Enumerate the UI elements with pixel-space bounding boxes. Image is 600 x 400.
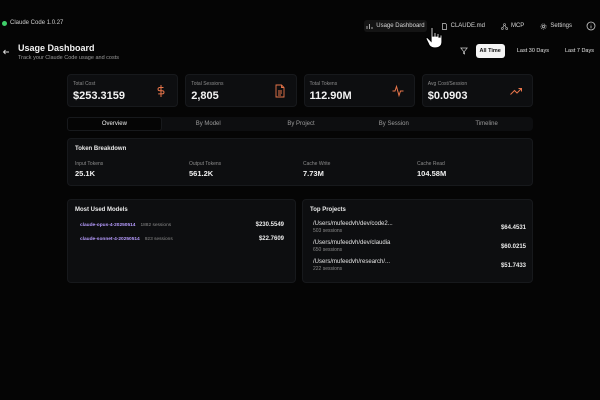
project-cost: $51.7433 [500,263,526,269]
token-breakdown-card: Token Breakdown Input Tokens 25.1K Outpu… [67,138,533,186]
model-name: claude-sonnet-4-20250514 [80,236,140,242]
app-title: Claude Code 1.0.27 [2,20,63,26]
list-item: /Users/mufeedvh/dev/claudia 650 sessions… [313,240,526,256]
date-filters: All Time Last 30 Days Last 7 Days [459,44,598,58]
project-cost: $60.0215 [500,244,526,250]
stats-row: Total Cost $253.3159 Total Sessions 2,80… [67,74,533,107]
gear-icon [540,23,547,30]
view-tabs: Overview By Model By Project By Session … [67,117,533,131]
nav-usage-dashboard[interactable]: Usage Dashboard [364,20,427,32]
tab-by-model[interactable]: By Model [162,117,255,131]
project-name: /Users/mufeedvh/dev/claudia [313,240,391,246]
page-title: Usage Dashboard [18,43,95,53]
token-label: Input Tokens [75,161,104,167]
card-title: Top Projects [310,207,346,213]
stat-label: Avg Cost/Session [427,81,468,87]
token-value: 25.1K [75,169,96,178]
stat-value: 112.90M [309,90,352,102]
card-title: Most Used Models [75,207,128,213]
project-name: /Users/mufeedvh/research/... [313,259,391,265]
filter-all-time[interactable]: All Time [475,44,505,58]
app-title-label: Claude Code 1.0.27 [10,20,64,26]
document-icon [275,84,284,98]
list-item: /Users/mufeedvh/research/... 222 session… [313,259,526,275]
tab-overview[interactable]: Overview [67,117,162,131]
page-subtitle: Track your Claude Code usage and costs [18,55,119,61]
token-item-cache-read: Cache Read 104.58M [417,161,446,178]
token-item-cache-write: Cache Write 7.73M [303,161,330,178]
nav-claude-md-label: CLAUDE.md [450,23,485,29]
list-item: claude-sonnet-4-20250514 923 sessions $2… [80,234,290,244]
most-used-models-card: Most Used Models claude-opus-4-20250514 … [67,199,296,283]
info-icon[interactable] [586,21,596,31]
stat-card-total-sessions: Total Sessions 2,805 [185,74,297,107]
model-cost: $22.7609 [258,236,284,242]
list-item: claude-opus-4-20250514 1882 sessions $23… [80,220,290,230]
bar-chart-icon [366,23,373,30]
tab-by-session[interactable]: By Session [347,117,440,131]
dollar-icon [157,85,165,97]
token-item-input: Input Tokens 25.1K [75,161,103,178]
project-sessions: 222 sessions [313,266,343,272]
tab-timeline[interactable]: Timeline [440,117,533,131]
nav-usage-dashboard-label: Usage Dashboard [376,23,425,29]
network-icon [500,22,508,30]
token-label: Cache Read [417,161,445,167]
model-sessions: 1882 sessions [140,222,172,228]
top-projects-card: Top Projects /Users/mufeedvh/dev/code2..… [302,199,533,283]
nav-mcp-label: MCP [510,23,525,29]
model-name: claude-opus-4-20250514 [80,222,136,228]
token-value: 7.73M [303,169,324,178]
list-item: /Users/mufeedvh/dev/code2... 503 session… [313,221,526,237]
token-item-output: Output Tokens 561.2K [189,161,221,178]
nav-settings-label: Settings [550,23,572,29]
stat-label: Total Cost [73,81,96,87]
model-cost: $230.5549 [255,222,284,228]
stat-value: 2,805 [191,90,219,102]
token-value: 561.2K [189,169,214,178]
stat-card-total-tokens: Total Tokens 112.90M [303,74,415,107]
status-indicator [2,20,7,26]
top-bar: Claude Code 1.0.27 Usage Dashboard CLAUD… [0,0,600,40]
back-arrow-icon[interactable] [2,48,10,56]
project-name: /Users/mufeedvh/dev/code2... [313,221,393,227]
project-sessions: 503 sessions [313,228,343,234]
stat-label: Total Sessions [191,81,224,87]
model-sessions: 923 sessions [144,236,173,242]
card-title: Token Breakdown [75,146,127,152]
token-label: Cache Write [303,161,331,167]
trending-up-icon [510,88,522,95]
hand-cursor-icon [425,26,443,49]
nav-settings[interactable]: Settings [538,20,574,32]
top-nav: Usage Dashboard CLAUDE.md MCP Settings [364,20,596,32]
token-value: 104.58M [417,169,447,178]
stat-label: Total Tokens [309,81,338,87]
nav-mcp[interactable]: MCP [499,20,526,32]
stat-card-total-cost: Total Cost $253.3159 [67,74,179,107]
project-sessions: 650 sessions [313,247,343,253]
stat-card-avg-cost: Avg Cost/Session $0.0903 [421,74,533,107]
token-label: Output Tokens [189,161,222,167]
tab-by-project[interactable]: By Project [255,117,348,131]
filter-last-7-days[interactable]: Last 7 Days [561,44,598,58]
stat-value: $253.3159 [73,90,125,102]
stat-value: $0.0903 [427,90,468,102]
filter-icon [459,47,468,55]
project-cost: $64.4531 [500,225,526,231]
filter-last-30-days[interactable]: Last 30 Days [513,44,553,58]
activity-icon [392,84,404,98]
